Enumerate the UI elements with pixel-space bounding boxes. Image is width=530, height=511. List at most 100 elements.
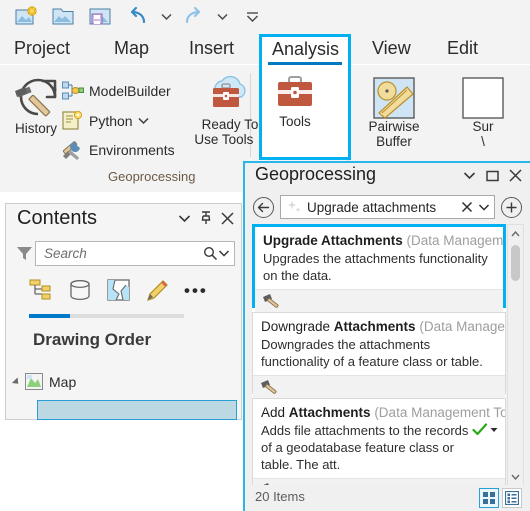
pin-icon[interactable] bbox=[200, 211, 212, 225]
tab-edit[interactable]: Edit bbox=[447, 34, 478, 62]
green-check-icon bbox=[472, 423, 488, 437]
undo-icon[interactable] bbox=[121, 2, 155, 32]
ribbon-button-pairwise-buffer-label: Pairwise Buffer bbox=[368, 119, 420, 149]
list-by-editing-icon[interactable] bbox=[145, 279, 171, 303]
ribbon-button-pairwise-buffer[interactable]: Pairwise Buffer bbox=[358, 77, 430, 149]
ribbon-button-ready-to-use-tools[interactable]: Ready To Use Tools ⌄ bbox=[190, 73, 270, 149]
add-icon[interactable] bbox=[501, 196, 522, 218]
ready-to-use-tools-icon bbox=[213, 75, 246, 107]
ribbon-button-history-label: History bbox=[14, 121, 57, 136]
contents-pane: Contents Search ••• Drawing Order Map bbox=[5, 203, 242, 420]
search-input[interactable]: Search bbox=[35, 241, 235, 266]
save-project-icon[interactable] bbox=[84, 2, 118, 32]
grid-view-icon[interactable] bbox=[479, 488, 499, 508]
geoprocessing-result-card[interactable]: Downgrade Attachments (Data Management T… bbox=[252, 312, 506, 399]
tab-insert[interactable]: Insert bbox=[189, 34, 234, 62]
contents-pane-header: Contents bbox=[6, 204, 241, 238]
contents-tree-item-map-label: Map bbox=[49, 373, 77, 390]
result-description: Downgrades the attachments functionality… bbox=[261, 337, 483, 369]
ribbon-button-environments-label: Environments bbox=[89, 142, 175, 158]
undo-dropdown-icon[interactable] bbox=[158, 2, 174, 32]
clear-x-icon[interactable] bbox=[461, 201, 473, 213]
geoprocessing-pane: Geoprocessing Upgrade attachments Upgrad… bbox=[243, 161, 530, 511]
ribbon-button-tools-overlay[interactable]: Tools bbox=[268, 72, 322, 129]
result-footer bbox=[253, 375, 505, 399]
back-icon[interactable] bbox=[253, 196, 274, 218]
result-title-bold: Attachments bbox=[333, 319, 416, 334]
geoprocessing-search-value: Upgrade attachments bbox=[307, 199, 437, 215]
customize-quick-access-icon[interactable] bbox=[244, 2, 260, 32]
result-title-prefix: Add bbox=[261, 405, 289, 420]
tab-project[interactable]: Project bbox=[14, 34, 70, 62]
ribbon-button-python[interactable]: Python bbox=[62, 110, 149, 132]
geoprocessing-result-card[interactable]: Add Attachments (Data Management Too... … bbox=[252, 398, 506, 502]
result-description: Upgrades the attachments functionality o… bbox=[263, 251, 488, 283]
list-view-icon[interactable] bbox=[502, 488, 522, 508]
result-toolbox: (Data Management Too... bbox=[374, 405, 505, 420]
geoprocessing-results-list: Upgrade Attachments (Data Management Too… bbox=[252, 224, 506, 502]
close-icon[interactable] bbox=[509, 169, 522, 182]
result-title: Add Attachments (Data Management Too... bbox=[253, 399, 505, 420]
close-icon[interactable] bbox=[221, 211, 234, 225]
geoprocessing-pane-title: Geoprocessing bbox=[255, 164, 377, 184]
ribbon-button-summarize-within[interactable]: Sur \ bbox=[452, 77, 514, 149]
search-icon[interactable] bbox=[203, 246, 218, 261]
result-title-prefix: Downgrade bbox=[261, 319, 334, 334]
geoprocessing-status-bar: 20 Items bbox=[245, 485, 530, 511]
ribbon-group-label-geoprocessing: Geoprocessing bbox=[108, 169, 196, 184]
result-title-bold: Attachments bbox=[288, 405, 371, 420]
chevron-down-icon[interactable] bbox=[138, 117, 149, 125]
pairwise-buffer-icon bbox=[373, 77, 415, 119]
result-title: Downgrade Attachments (Data Management T… bbox=[253, 313, 505, 334]
result-status-badge[interactable] bbox=[472, 423, 498, 437]
result-title-prefix: Upgrade bbox=[263, 233, 322, 248]
active-tab-underline-overlay bbox=[268, 62, 342, 65]
caret-down-icon[interactable] bbox=[490, 427, 498, 433]
contents-selected-layer-row[interactable] bbox=[37, 400, 237, 420]
list-by-data-source-icon[interactable] bbox=[67, 279, 93, 303]
menu-chevron-icon[interactable] bbox=[178, 214, 191, 223]
list-by-selection-icon[interactable] bbox=[106, 279, 132, 303]
scroll-down-icon[interactable] bbox=[508, 469, 523, 484]
contents-progress-bar bbox=[29, 314, 184, 318]
chevron-down-icon[interactable] bbox=[218, 249, 230, 258]
list-by-drawing-order-icon[interactable] bbox=[28, 279, 54, 303]
maximize-icon[interactable] bbox=[486, 170, 499, 182]
contents-tree-item-map[interactable]: Map bbox=[11, 373, 76, 390]
sparkle-icon bbox=[286, 199, 302, 215]
ribbon-button-tools-overlay-label: Tools bbox=[279, 114, 311, 129]
ribbon-button-python-label: Python bbox=[89, 113, 133, 129]
scrollbar-thumb[interactable] bbox=[511, 245, 520, 281]
tab-analysis-text[interactable]: Analysis bbox=[272, 35, 339, 63]
contents-section-title: Drawing Order bbox=[33, 330, 152, 349]
result-title-bold: Attachments bbox=[321, 233, 403, 248]
redo-dropdown-icon[interactable] bbox=[214, 2, 230, 32]
chevron-down-icon[interactable] bbox=[478, 203, 490, 212]
geoprocessing-result-card[interactable]: Upgrade Attachments (Data Management Too… bbox=[252, 224, 506, 313]
redo-icon[interactable] bbox=[177, 2, 211, 32]
ribbon-button-summarize-within-label: Sur \ bbox=[472, 119, 494, 149]
geoprocessing-search-bar: Upgrade attachments bbox=[253, 194, 522, 220]
python-icon bbox=[62, 111, 82, 130]
menu-chevron-icon[interactable] bbox=[463, 171, 476, 180]
ribbon-button-modelbuilder-label: ModelBuilder bbox=[89, 83, 171, 99]
summarize-within-icon bbox=[462, 77, 504, 119]
new-project-icon[interactable] bbox=[10, 2, 44, 32]
results-scrollbar[interactable] bbox=[507, 224, 524, 486]
result-description: Adds file attachments to the records of … bbox=[261, 423, 469, 472]
ribbon-button-history[interactable]: History bbox=[5, 75, 67, 136]
tab-map[interactable]: Map bbox=[114, 34, 149, 62]
expand-triangle-icon[interactable] bbox=[11, 376, 22, 387]
more-options-icon[interactable]: ••• bbox=[184, 282, 208, 299]
geoprocessing-search-input[interactable]: Upgrade attachments bbox=[280, 195, 495, 219]
scroll-up-icon[interactable] bbox=[508, 226, 523, 241]
tools-toolbox-icon bbox=[278, 76, 312, 106]
open-project-icon[interactable] bbox=[47, 2, 81, 32]
map-icon bbox=[25, 373, 43, 390]
filter-icon[interactable] bbox=[13, 245, 35, 262]
ribbon-button-environments[interactable]: Environments bbox=[62, 139, 175, 161]
tab-view[interactable]: View bbox=[372, 34, 411, 62]
ribbon-button-modelbuilder[interactable]: ModelBuilder bbox=[62, 81, 171, 101]
result-footer bbox=[255, 289, 503, 313]
contents-pane-header-buttons bbox=[178, 211, 234, 225]
